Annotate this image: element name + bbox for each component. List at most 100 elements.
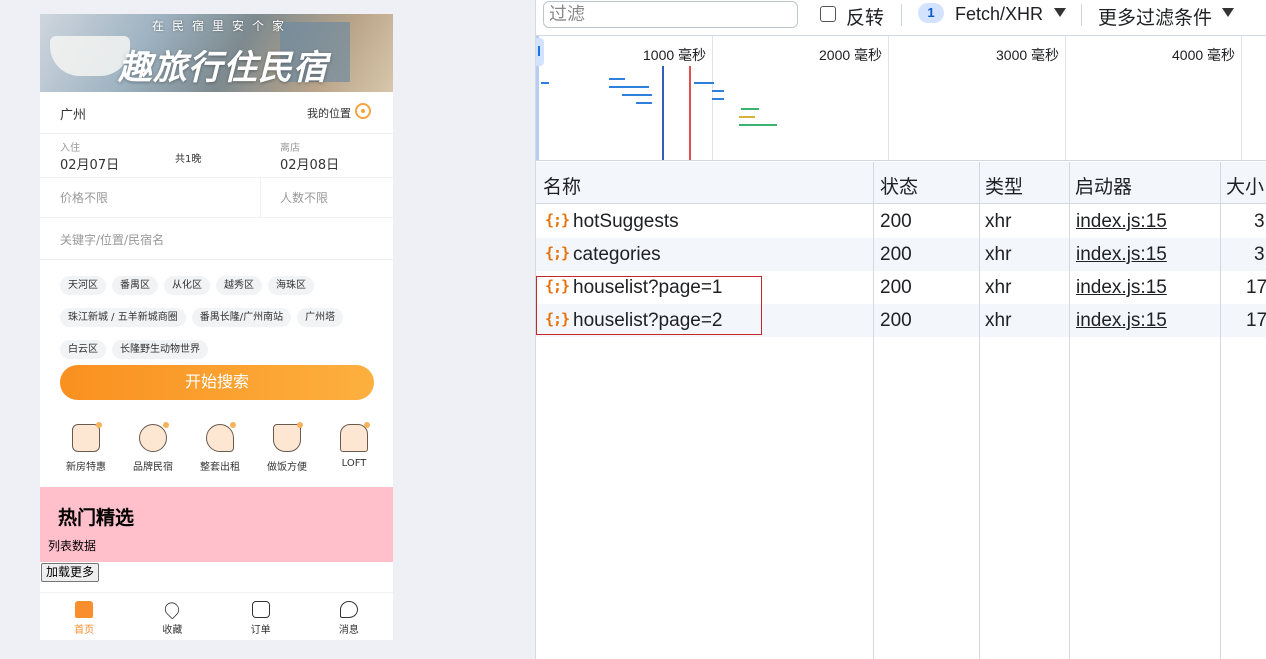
request-initiator-link[interactable]: index.js:15 <box>1076 310 1167 332</box>
tab-orders[interactable]: 订单 <box>217 593 305 640</box>
tab-label: 收藏 <box>162 625 183 636</box>
my-location-label[interactable]: 我的位置 <box>307 105 351 121</box>
timeline-tick-label: 4000 毫秒 <box>1172 47 1236 63</box>
tab-home[interactable]: 首页 <box>40 593 128 640</box>
invert-checkbox[interactable] <box>820 6 836 22</box>
network-overview-timeline[interactable]: 1000 毫秒 2000 毫秒 3000 毫秒 4000 毫秒 <box>536 35 1266 161</box>
column-divider[interactable] <box>1220 162 1221 659</box>
timeline-drag-handle[interactable] <box>536 38 544 66</box>
date-selector[interactable]: 入住 02月07日 共1晚 离店 02月08日 <box>40 135 393 178</box>
toolbar-divider <box>1081 4 1082 26</box>
invert-label[interactable]: 反转 <box>846 3 884 30</box>
start-search-button[interactable]: 开始搜索 <box>60 365 374 400</box>
hot-picks-section: 热门精选 列表数据 <box>40 487 393 562</box>
heart-icon <box>162 599 183 620</box>
area-tag[interactable]: 越秀区 <box>216 276 262 295</box>
request-bar <box>636 102 652 104</box>
table-row[interactable]: {;} hotSuggests 200 xhr index.js:15 3. <box>536 205 1266 238</box>
type-filter-count-badge: 1 <box>918 3 944 23</box>
network-request-table: 名称 状态 类型 启动器 大小 {;} hotSuggests 200 xhr … <box>536 162 1266 659</box>
order-icon <box>251 601 270 618</box>
request-bar <box>541 82 549 84</box>
filter-input[interactable]: 过滤 <box>543 1 798 28</box>
xhr-request-icon: {;} <box>545 244 570 262</box>
annotation-highlight-box <box>536 276 762 335</box>
column-header-status[interactable]: 状态 <box>880 172 918 199</box>
request-bar <box>694 82 714 84</box>
tab-favorites[interactable]: 收藏 <box>128 593 216 640</box>
request-bar <box>609 86 649 88</box>
category-label: LOFT <box>341 458 367 469</box>
more-filters-dropdown[interactable]: 更多过滤条件 <box>1098 3 1212 30</box>
area-tag[interactable]: 长隆野生动物世界 <box>112 340 208 359</box>
request-size: 3. <box>1254 244 1266 265</box>
type-filter-dropdown[interactable]: Fetch/XHR <box>955 4 1043 25</box>
request-name[interactable]: categories <box>573 244 661 266</box>
category-new-house[interactable]: 新房特惠 <box>60 422 112 484</box>
timeline-tick-label: 1000 毫秒 <box>643 47 707 63</box>
area-tag[interactable]: 天河区 <box>60 276 106 295</box>
request-bar <box>712 90 724 92</box>
city-selector[interactable]: 广州 我的位置 <box>40 92 393 134</box>
hot-area-tags: 天河区 番禺区 从化区 越秀区 海珠区珠江新城 / 五羊新城商圈 番禺长隆/广州南站 广州塔… <box>60 273 380 369</box>
request-initiator-link[interactable]: index.js:15 <box>1076 277 1167 299</box>
bottom-tabbar: 首页 收藏 订单 消息 <box>40 592 393 640</box>
timeline-gridline <box>1065 36 1066 160</box>
load-more-button[interactable]: 加载更多 <box>41 563 100 582</box>
area-tag[interactable]: 番禺长隆/广州南站 <box>191 308 292 327</box>
dom-content-loaded-marker <box>662 66 664 160</box>
table-row[interactable]: {;} categories 200 xhr index.js:15 3. <box>536 238 1266 271</box>
request-bar <box>622 94 652 96</box>
city-name[interactable]: 广州 <box>60 104 86 123</box>
area-tag[interactable]: 番禺区 <box>112 276 158 295</box>
request-name[interactable]: hotSuggests <box>573 211 679 233</box>
request-type: xhr <box>985 211 1012 232</box>
request-bar <box>609 78 625 80</box>
tab-messages[interactable]: 消息 <box>305 593 393 640</box>
network-filter-toolbar: 过滤 反转 1 Fetch/XHR 更多过滤条件 <box>536 0 1266 32</box>
checkin-date[interactable]: 02月07日 <box>60 154 119 173</box>
new-house-icon <box>72 422 102 452</box>
column-header-type[interactable]: 类型 <box>985 172 1023 199</box>
chevron-down-icon[interactable] <box>1054 8 1066 17</box>
category-brand[interactable]: 品牌民宿 <box>127 422 179 484</box>
hero-slogan: 趣旅行住民宿 <box>118 48 328 88</box>
timeline-tick-label: 2000 毫秒 <box>819 47 883 63</box>
category-cooking[interactable]: 做饭方便 <box>261 422 313 484</box>
area-tag[interactable]: 广州塔 <box>297 308 344 327</box>
checkin-label: 入住 <box>60 143 80 154</box>
toolbar-divider <box>901 4 902 26</box>
chevron-down-icon[interactable] <box>1222 8 1234 17</box>
category-label: 做饭方便 <box>267 462 307 473</box>
column-header-initiator[interactable]: 启动器 <box>1075 172 1132 199</box>
devtools-network-panel: 过滤 反转 1 Fetch/XHR 更多过滤条件 1000 毫秒 2000 毫秒… <box>535 0 1266 659</box>
column-divider[interactable] <box>1069 162 1070 659</box>
category-loft[interactable]: LOFT <box>328 422 380 484</box>
area-tag[interactable]: 珠江新城 / 五羊新城商圈 <box>60 308 186 327</box>
column-header-name[interactable]: 名称 <box>543 172 581 199</box>
checkout-date[interactable]: 02月08日 <box>280 154 339 173</box>
request-size: 17. <box>1246 277 1266 298</box>
column-divider[interactable] <box>873 162 874 659</box>
request-type: xhr <box>985 310 1012 331</box>
keyword-input[interactable]: 关键字/位置/民宿名 <box>60 231 164 248</box>
request-initiator-link[interactable]: index.js:15 <box>1076 244 1167 266</box>
checkout-label: 离店 <box>280 143 300 154</box>
filter-divider <box>260 178 261 218</box>
hero-banner: 在民宿里安个家 趣旅行住民宿 <box>40 14 393 92</box>
message-icon <box>339 601 358 618</box>
request-initiator-link[interactable]: index.js:15 <box>1076 211 1167 233</box>
area-tag[interactable]: 海珠区 <box>268 276 314 295</box>
column-header-size[interactable]: 大小 <box>1226 172 1264 199</box>
area-tag[interactable]: 白云区 <box>60 340 106 359</box>
price-filter[interactable]: 价格不限 <box>60 189 108 206</box>
people-filter[interactable]: 人数不限 <box>280 189 328 206</box>
area-tag[interactable]: 从化区 <box>164 276 210 295</box>
location-target-icon[interactable] <box>355 103 371 119</box>
request-status: 200 <box>880 277 912 298</box>
keyword-search[interactable]: 关键字/位置/民宿名 <box>40 218 393 260</box>
category-label: 新房特惠 <box>66 462 106 473</box>
category-whole-rent[interactable]: 整套出租 <box>194 422 246 484</box>
column-divider[interactable] <box>979 162 980 659</box>
load-event-marker <box>689 66 691 160</box>
